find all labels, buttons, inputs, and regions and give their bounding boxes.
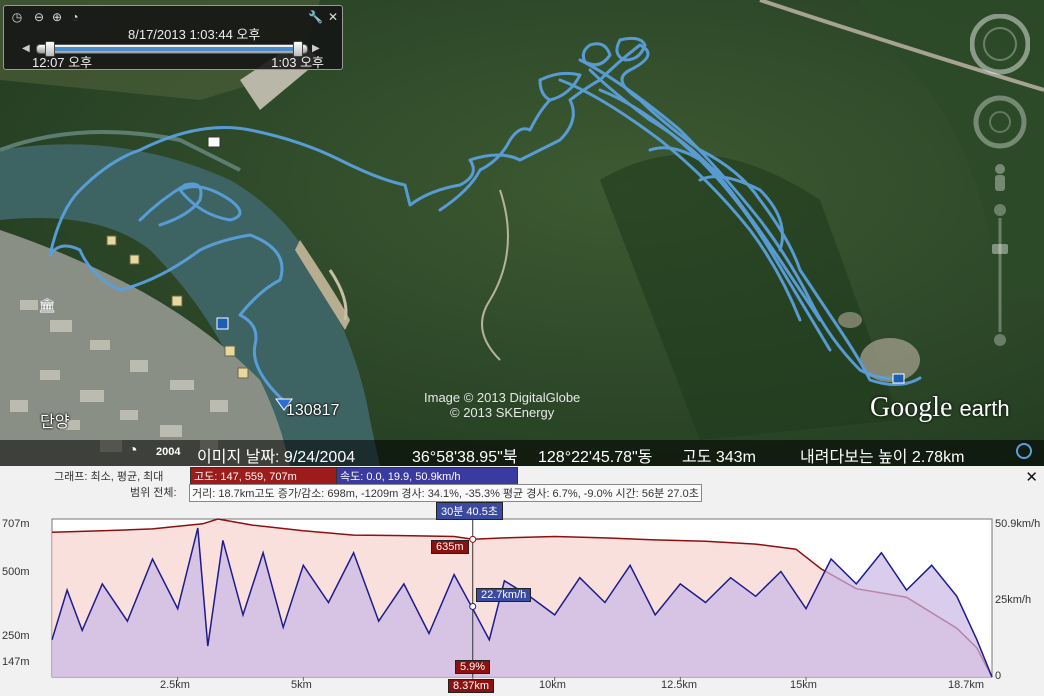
x-axis-label: 10km [539, 679, 566, 691]
time-slider-panel: ◷ ⊖ ⊕ ◔ 🔧 ✕ 8/17/2013 1:03:44 오후 ◀ ▶ 12:… [3, 5, 343, 70]
y-right-label: 0 [995, 670, 1002, 682]
imagery-date: 이미지 날짜: 9/24/2004 [197, 449, 356, 466]
altitude-marker: 635m [431, 540, 469, 554]
x-axis-label: 12.5km [661, 679, 698, 691]
ground-altitude: 고도 343m [682, 449, 756, 466]
step-back-icon[interactable]: ◀ [22, 43, 30, 54]
slope-marker: 5.9% [455, 660, 491, 674]
x-axis-label: 15km [790, 679, 817, 691]
imagery-year: 2004 [156, 446, 181, 458]
zoom-out-icon[interactable]: ⊖ [32, 10, 46, 24]
x-axis-label: 18.7km [948, 679, 985, 691]
x-axis-label: 2.5km [160, 679, 190, 691]
time-slider-fill [47, 47, 297, 51]
y-right-label: 50.9km/h [995, 518, 1041, 530]
longitude: 128°22'45.78"동 [538, 449, 653, 466]
time-range-end: 1:03 오후 [271, 55, 324, 70]
google-earth-logo: Google earth [870, 392, 1010, 423]
close-icon[interactable]: ✕ [326, 10, 340, 24]
current-datetime: 8/17/2013 1:03:44 오후 [128, 27, 261, 42]
clock-icon[interactable]: ◷ [10, 10, 24, 24]
eye-altitude: 내려다보는 높이 2.78km [800, 449, 965, 466]
imagery-attribution: Image © 2013 DigitalGlobe © 2013 SKEnerg… [424, 390, 581, 420]
play-icon[interactable]: ◔ [68, 10, 82, 24]
zoom-slider[interactable] [992, 204, 1008, 346]
time-range-start: 12:07 오후 [32, 55, 93, 70]
map-view[interactable]: 🏛 130817 단양 ◷ ⊖ ⊕ ◔ 🔧 ✕ 8/17/2013 1:03:4… [0, 0, 1044, 466]
y-right-label: 25km/h [995, 594, 1032, 606]
zoom-in-icon[interactable]: ⊕ [50, 10, 64, 24]
y-left-label: 707m [2, 518, 30, 530]
x-axis-label: 5km [291, 679, 312, 691]
elevation-profile-panel: ✕ 그래프: 최소, 평균, 최대 고도: 147, 559, 707m 속도:… [0, 466, 1044, 696]
y-left-label: 147m [2, 656, 30, 668]
track-label[interactable]: 130817 [286, 402, 339, 420]
look-compass-ring[interactable] [970, 14, 1030, 75]
y-left-label: 250m [2, 630, 30, 642]
latitude: 36°58'38.95"북 [412, 449, 518, 466]
svg-text:🏛: 🏛 [38, 297, 56, 314]
navigation-controls: N [970, 14, 1030, 346]
cursor-altitude-point [469, 535, 477, 543]
speed-marker: 22.7km/h [476, 588, 532, 602]
time-marker: 30분 40.5초 [436, 502, 503, 520]
streaming-indicator-icon [1016, 443, 1032, 459]
town-label: 단양 [40, 414, 70, 431]
history-clock-icon[interactable]: ◔ [128, 442, 138, 460]
distance-marker: 8.37km [448, 679, 495, 693]
elevation-chart[interactable] [0, 466, 1044, 696]
status-bar: ◔ 2004 이미지 날짜: 9/24/2004 36°58'38.95"북 1… [0, 440, 1044, 466]
move-joystick[interactable] [973, 95, 1027, 149]
cursor-speed-point [469, 603, 477, 611]
settings-wrench-icon[interactable]: 🔧 [308, 10, 323, 24]
street-view-pegman-icon[interactable] [995, 164, 1005, 191]
y-left-label: 500m [2, 566, 30, 578]
